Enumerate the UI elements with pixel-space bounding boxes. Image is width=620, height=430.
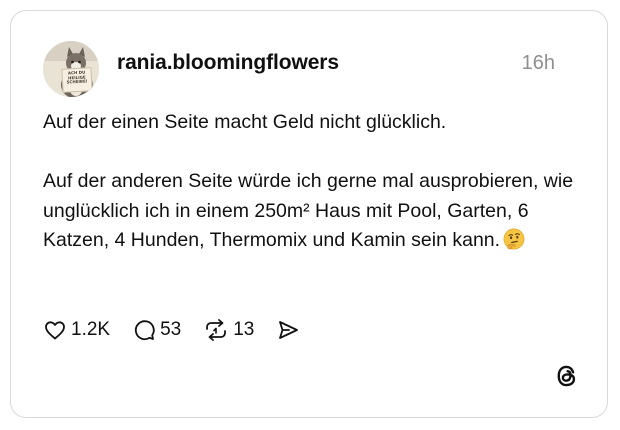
threads-logo-icon[interactable] (554, 363, 580, 389)
thinking-face-emoji (503, 228, 525, 250)
username[interactable]: rania.bloomingflowers (117, 51, 339, 75)
comment-button[interactable]: 53 (132, 318, 181, 342)
speech-bubble-icon (134, 320, 155, 341)
post-text: Auf der einen Seite macht Geld nicht glü… (43, 108, 583, 256)
avatar[interactable]: ACH DU HEILIGE SCHEIBE! (43, 41, 99, 97)
repost-count: 13 (233, 319, 255, 340)
repost-button[interactable]: 13 (203, 318, 254, 342)
share-button[interactable] (276, 318, 300, 342)
like-count: 1.2K (71, 319, 111, 340)
post-timestamp[interactable]: 16h (522, 52, 555, 75)
send-icon (279, 321, 299, 339)
avatar-sign: ACH DU HEILIGE SCHEIBE! (61, 67, 93, 93)
comment-count: 53 (160, 319, 182, 340)
post-actions: 1.2K 53 13 (43, 317, 322, 343)
post-paragraph-1: Auf der einen Seite macht Geld nicht glü… (43, 111, 447, 133)
like-button[interactable]: 1.2K (43, 318, 110, 342)
post-card[interactable]: ACH DU HEILIGE SCHEIBE! rania.bloomingfl… (10, 10, 608, 418)
repost-icon (206, 319, 227, 341)
post-paragraph-2: Auf der anderen Seite würde ich gerne ma… (43, 167, 583, 256)
post-paragraph-2-text: Auf der anderen Seite würde ich gerne ma… (43, 170, 574, 251)
heart-icon (45, 321, 65, 340)
